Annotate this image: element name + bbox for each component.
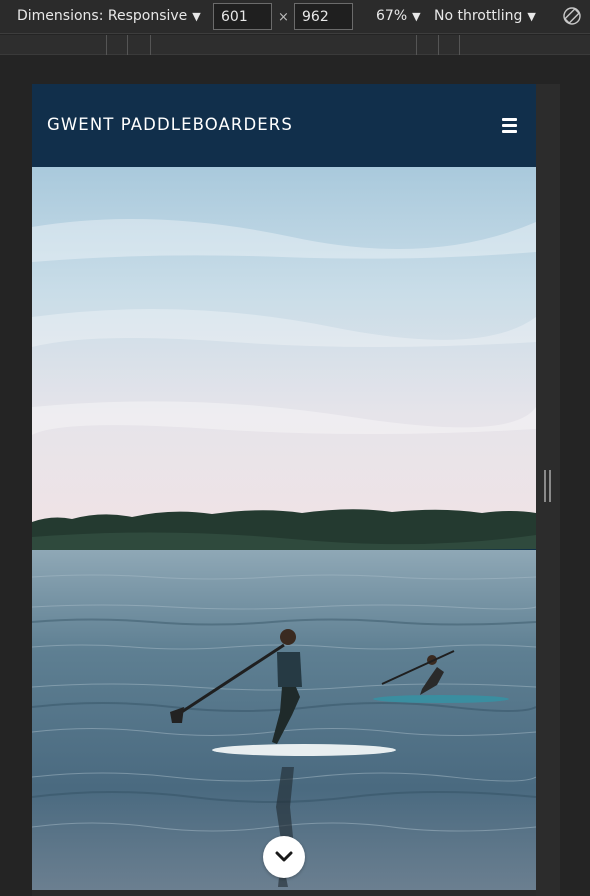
width-input[interactable] — [213, 3, 272, 30]
zoom-dropdown[interactable]: 67% ▼ — [376, 8, 421, 24]
zoom-label: 67% — [376, 8, 408, 24]
ruler-tick — [127, 35, 128, 55]
ruler-tick — [150, 35, 151, 55]
media-query-ruler[interactable] — [0, 35, 590, 55]
caret-down-icon: ▼ — [527, 10, 536, 23]
chevron-down-icon — [275, 851, 293, 862]
dimensions-label: Dimensions: Responsive — [17, 8, 188, 24]
dimensions-dropdown[interactable]: Dimensions: Responsive ▼ — [17, 8, 201, 24]
ruler-tick — [416, 35, 417, 55]
throttle-label: No throttling — [434, 8, 523, 24]
page-bottom-edge — [32, 890, 536, 896]
hamburger-menu-icon[interactable] — [502, 118, 517, 133]
hero-image — [32, 167, 536, 890]
rotate-icon[interactable] — [562, 6, 582, 26]
devtools-device-toolbar: Dimensions: Responsive ▼ × 67% ▼ No thrott… — [0, 0, 590, 34]
emulated-page: GWENT PADDLEBOARDERS — [32, 84, 536, 890]
scroll-down-button[interactable] — [263, 836, 305, 878]
height-input[interactable] — [294, 3, 353, 30]
ruler-tick — [459, 35, 460, 55]
resize-handle[interactable] — [544, 470, 551, 502]
site-brand[interactable]: GWENT PADDLEBOARDERS — [47, 115, 293, 134]
site-header: GWENT PADDLEBOARDERS — [32, 84, 536, 167]
caret-down-icon: ▼ — [412, 10, 421, 23]
throttling-dropdown[interactable]: No throttling ▼ — [434, 8, 536, 24]
ruler-tick — [106, 35, 107, 55]
caret-down-icon: ▼ — [192, 10, 201, 23]
ruler-tick — [438, 35, 439, 55]
times-symbol: × — [278, 10, 289, 25]
